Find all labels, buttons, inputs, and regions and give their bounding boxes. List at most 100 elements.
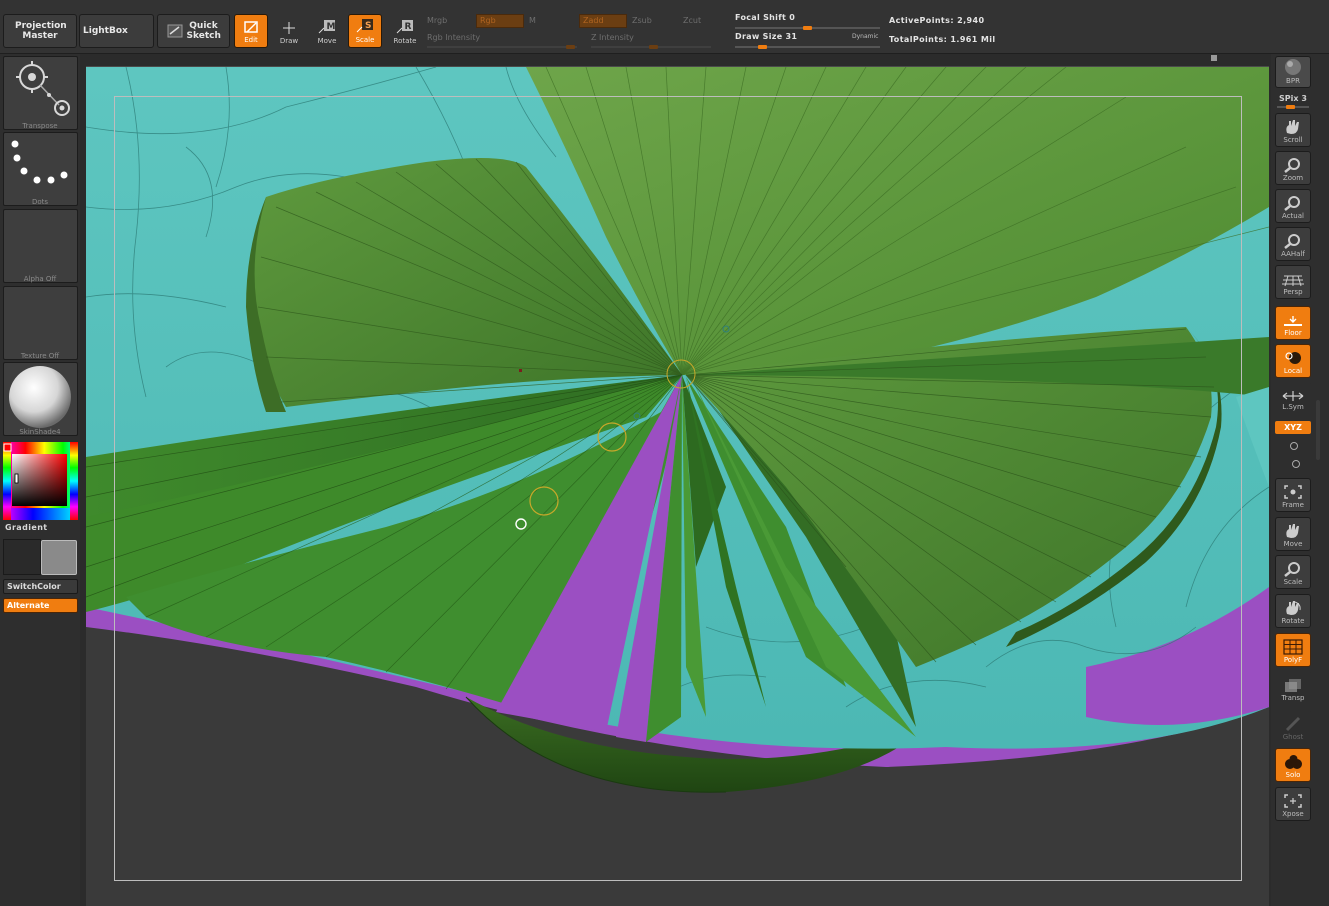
move-tool-button[interactable]: M Move	[310, 14, 344, 48]
ghost-button[interactable]: Ghost	[1275, 710, 1311, 744]
edit-icon	[244, 21, 258, 33]
local-label: Local	[1283, 367, 1303, 375]
symmetry-z-icon[interactable]	[1290, 459, 1302, 469]
stroke-dots-thumbnail[interactable]	[3, 132, 78, 206]
local-symmetry-icon	[1282, 391, 1304, 401]
xyz-symmetry-button[interactable]: XYZ	[1275, 421, 1311, 434]
frame-label: Frame	[1282, 501, 1304, 509]
rotate-label: Rotate	[393, 37, 417, 45]
spix-knob[interactable]	[1286, 105, 1295, 109]
zoom-button[interactable]: Zoom	[1275, 151, 1311, 185]
alpha-label: Alpha Off	[23, 275, 57, 283]
solo-icon	[1285, 755, 1302, 769]
lightbox-button[interactable]: LightBox	[79, 14, 154, 48]
sculpt-mesh-render[interactable]	[86, 67, 1269, 906]
bpr-render-button[interactable]: BPR	[1275, 56, 1311, 88]
frame-button[interactable]: Frame	[1275, 478, 1311, 512]
transp-label: Transp	[1281, 694, 1305, 702]
dynamic-toggle[interactable]: Dynamic	[852, 33, 878, 40]
lightbox-label: LightBox	[83, 26, 128, 36]
focal-shift-label: Focal Shift 0	[735, 13, 796, 22]
draw-size-knob[interactable]	[758, 45, 767, 49]
polyframe-button[interactable]: PolyF	[1275, 633, 1311, 667]
aahalf-button[interactable]: AAHalf	[1275, 227, 1311, 261]
polyf-label: PolyF	[1283, 656, 1303, 664]
transpose-label: Transpose	[22, 122, 58, 130]
aahalf-label: AAHalf	[1281, 250, 1305, 258]
z-intensity-label: Z Intensity	[591, 33, 634, 42]
polyframe-icon	[1283, 639, 1303, 655]
canvas-top-scroll-handle[interactable]	[1211, 55, 1217, 61]
scale-view-icon	[1284, 562, 1300, 577]
bpr-label: BPR	[1286, 77, 1300, 85]
bpr-sphere-icon	[1285, 59, 1301, 75]
m-button[interactable]: M	[529, 16, 536, 25]
projection-master-button[interactable]: Projection Master	[3, 14, 77, 48]
xyz-label: XYZ	[1284, 423, 1302, 432]
perspective-grid-icon	[1282, 275, 1304, 287]
right-scrollbar[interactable]	[1316, 400, 1320, 460]
scale-tool-button[interactable]: S Scale	[348, 14, 382, 48]
floor-button[interactable]: Floor	[1275, 306, 1311, 340]
ghost-icon	[1285, 716, 1301, 732]
svg-text:M: M	[327, 22, 336, 32]
rotate-view-button[interactable]: Rotate	[1275, 594, 1311, 628]
mrgb-button[interactable]: Mrgb	[427, 16, 447, 25]
rotate-icon: R	[396, 20, 413, 34]
svg-text:R: R	[405, 22, 412, 32]
draw-size-label: Draw Size 31	[735, 32, 798, 41]
canvas-viewport[interactable]	[86, 66, 1269, 906]
rgb-intensity-label: Rgb Intensity	[427, 33, 481, 42]
scale-label: Scale	[355, 36, 375, 44]
solo-button[interactable]: Solo	[1275, 748, 1311, 782]
scroll-button[interactable]: Scroll	[1275, 113, 1311, 147]
switch-color-button[interactable]: SwitchColor	[3, 579, 78, 594]
alpha-thumbnail[interactable]	[3, 209, 78, 283]
scale-view-label: Scale	[1283, 578, 1303, 586]
move-view-button[interactable]: Move	[1275, 517, 1311, 551]
rgb-intensity-knob[interactable]	[566, 45, 575, 49]
zsub-button[interactable]: Zsub	[632, 16, 652, 25]
transpose-thumbnail[interactable]	[3, 56, 78, 130]
xpose-label: Xpose	[1282, 810, 1304, 818]
total-points-readout: TotalPoints: 1.961 Mil	[889, 35, 996, 44]
draw-size-slider[interactable]	[735, 46, 880, 48]
svg-text:S: S	[365, 21, 371, 31]
material-thumbnail[interactable]	[3, 362, 78, 436]
focal-shift-knob[interactable]	[803, 26, 812, 30]
quick-sketch-icon	[167, 24, 182, 38]
color-picker[interactable]	[3, 442, 78, 520]
floor-label: Floor	[1284, 329, 1302, 337]
z-intensity-knob[interactable]	[649, 45, 658, 49]
main-color-swatch[interactable]	[3, 539, 41, 575]
symmetry-y-icon[interactable]	[1288, 441, 1300, 451]
floor-icon	[1284, 316, 1302, 326]
scale-icon: S	[356, 19, 373, 33]
rotate-tool-button[interactable]: R Rotate	[388, 14, 422, 48]
rgb-button[interactable]: Rgb	[476, 14, 524, 28]
local-button[interactable]: Local	[1275, 344, 1311, 378]
local-symmetry-button[interactable]: L.Sym	[1275, 382, 1311, 414]
edit-tool-button[interactable]: Edit	[234, 14, 268, 48]
scale-view-button[interactable]: Scale	[1275, 555, 1311, 589]
secondary-color-swatch[interactable]	[41, 540, 77, 575]
draw-crosshair-icon	[283, 22, 295, 34]
xpose-button[interactable]: Xpose	[1275, 787, 1311, 821]
persp-button[interactable]: Persp	[1275, 265, 1311, 299]
scroll-label: Scroll	[1283, 136, 1303, 144]
frame-icon	[1284, 485, 1302, 499]
projection-master-label: Projection Master	[15, 21, 67, 41]
draw-tool-button[interactable]: Draw	[272, 14, 306, 48]
draw-label: Draw	[279, 37, 299, 45]
edit-label: Edit	[244, 36, 258, 44]
quick-sketch-button[interactable]: Quick Sketch	[157, 14, 230, 48]
zadd-button[interactable]: Zadd	[579, 14, 627, 28]
rgb-intensity-slider[interactable]	[427, 46, 577, 48]
spix-label: SPix 3	[1279, 94, 1307, 103]
transp-button[interactable]: Transp	[1275, 671, 1311, 705]
zcut-button[interactable]: Zcut	[683, 16, 701, 25]
texture-thumbnail[interactable]	[3, 286, 78, 360]
texture-label: Texture Off	[20, 352, 60, 360]
alternate-button[interactable]: Alternate	[3, 598, 78, 613]
actual-button[interactable]: Actual	[1275, 189, 1311, 223]
